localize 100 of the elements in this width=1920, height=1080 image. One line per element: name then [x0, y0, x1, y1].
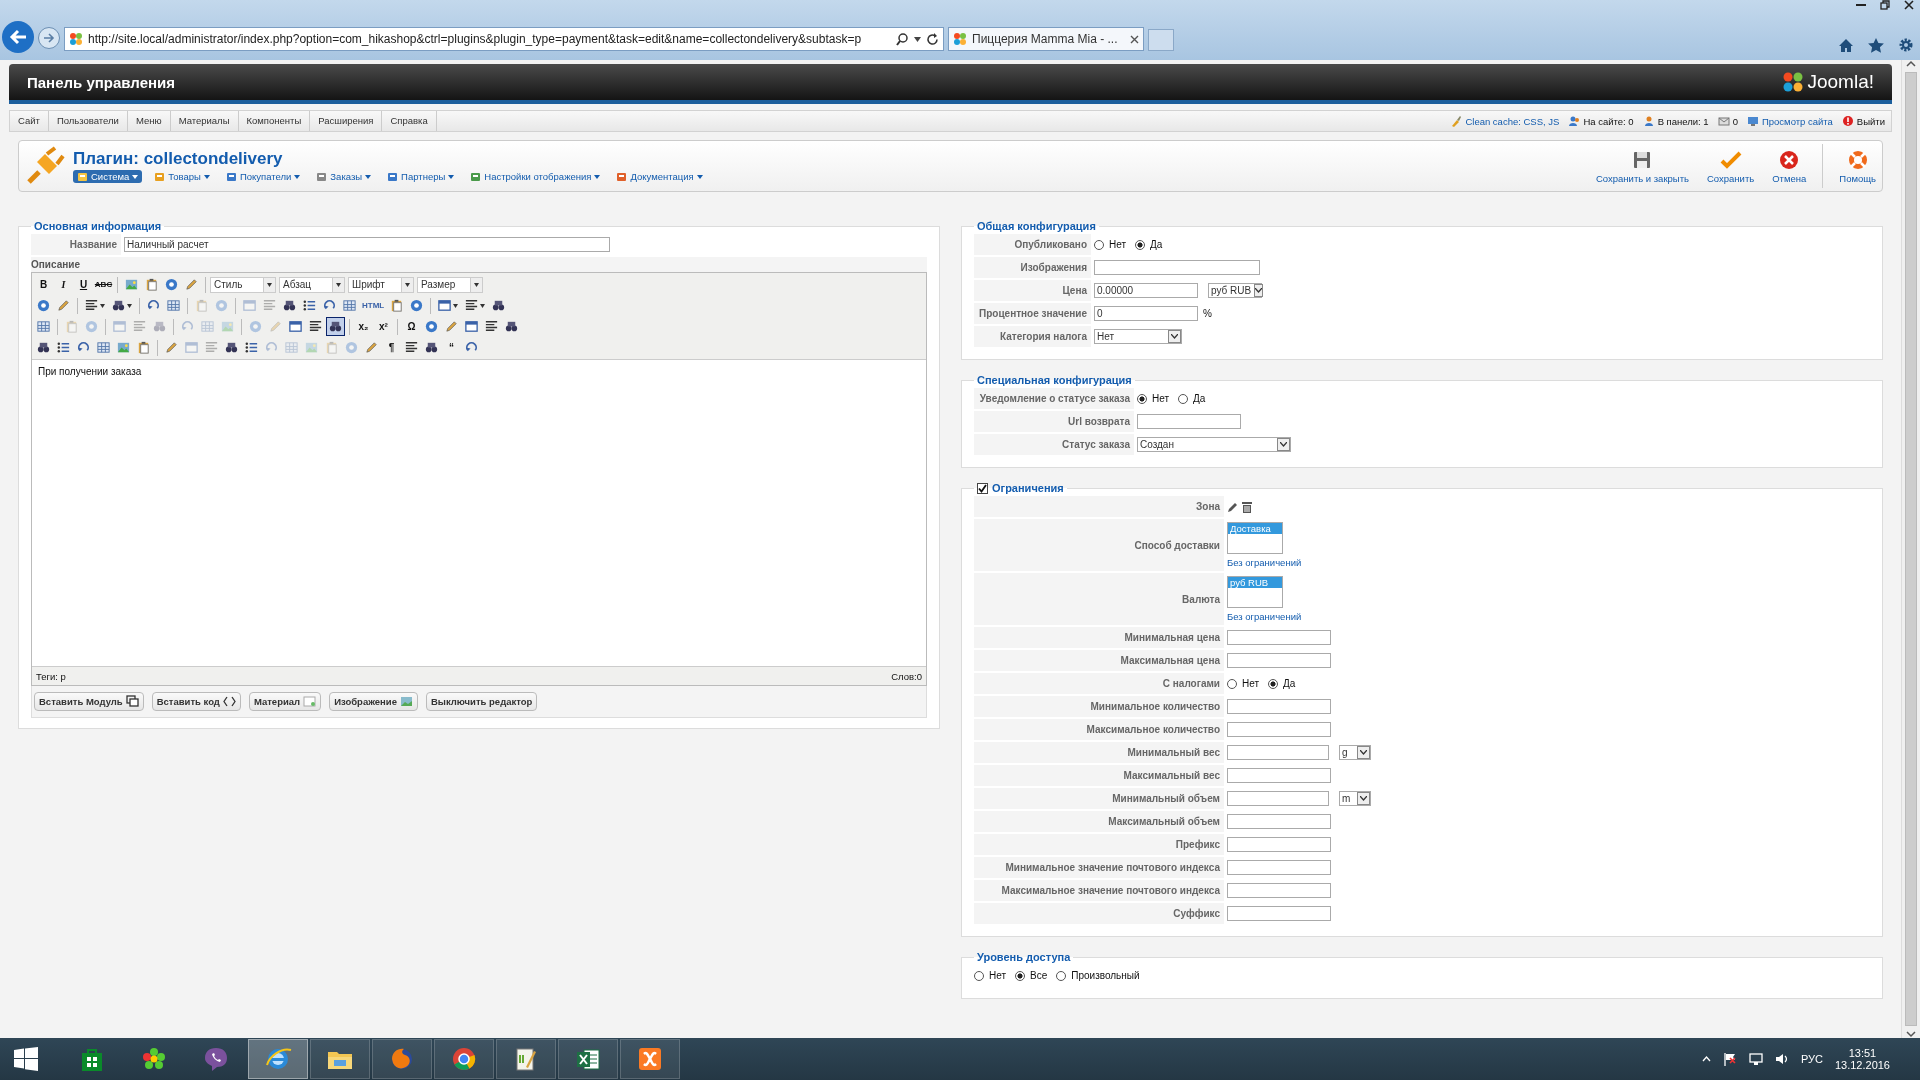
dropdown[interactable]: Создан — [1137, 437, 1291, 452]
editor-button[interactable]: Вставить код — [151, 692, 241, 711]
caret-icon[interactable] — [914, 36, 921, 42]
format-dropdown[interactable]: Абзац — [279, 276, 345, 293]
text-field[interactable] — [1227, 860, 1331, 875]
taskbar-button[interactable] — [558, 1039, 618, 1079]
editor-button[interactable]: Выключить редактор — [425, 692, 538, 711]
tool-button[interactable] — [326, 317, 345, 336]
text-field[interactable] — [1227, 906, 1331, 921]
format-button[interactable]: ¶ — [382, 338, 401, 357]
radio-button[interactable] — [1094, 239, 1104, 250]
editor-button[interactable]: Материал — [248, 692, 322, 711]
dropdown[interactable]: g — [1339, 745, 1371, 760]
clock-date[interactable]: 13.12.2016 — [1834, 1059, 1890, 1071]
editor-button[interactable]: Вставить Модуль — [34, 692, 144, 711]
menu-item[interactable]: Пользователи — [48, 111, 128, 131]
format-button[interactable]: Ω — [402, 317, 421, 336]
format-button[interactable]: U — [74, 275, 93, 294]
flag-icon[interactable] — [1722, 1052, 1737, 1066]
toolbar-button[interactable]: Сохранить — [1705, 144, 1757, 188]
editor-button[interactable]: Изображение — [329, 692, 418, 711]
text-field[interactable]: 0.00000 — [1094, 283, 1198, 298]
text-field[interactable] — [1227, 768, 1331, 783]
radio-button[interactable] — [1056, 970, 1067, 981]
menu-item[interactable]: Меню — [127, 111, 171, 131]
format-button[interactable]: B — [34, 275, 53, 294]
text-field[interactable] — [1227, 883, 1331, 898]
radio-button[interactable] — [1178, 393, 1189, 404]
text-field[interactable] — [1227, 791, 1329, 806]
speaker-icon[interactable] — [1774, 1052, 1789, 1066]
menu-item[interactable]: Материалы — [170, 111, 239, 131]
menu-item[interactable]: Компоненты — [238, 111, 311, 131]
status-link[interactable]: В панели: 1 — [1642, 115, 1709, 127]
taskbar-button[interactable] — [620, 1039, 680, 1079]
back-button[interactable] — [2, 21, 34, 53]
favorites-button[interactable] — [1868, 37, 1884, 53]
refresh-icon[interactable] — [926, 32, 939, 46]
menu-item[interactable]: Расширения — [310, 111, 383, 131]
submenu-item[interactable]: Товары — [150, 170, 214, 183]
text-field[interactable] — [1227, 837, 1331, 852]
radio-button[interactable] — [974, 970, 984, 981]
text-field[interactable] — [1227, 745, 1329, 760]
status-link[interactable]: 0 — [1717, 115, 1738, 127]
radio-button[interactable] — [1137, 393, 1147, 404]
format-button[interactable]: HTML — [360, 296, 387, 315]
submenu-item[interactable]: Документация — [612, 170, 707, 183]
dropdown[interactable]: Нет — [1094, 329, 1182, 344]
taskbar-button[interactable] — [434, 1039, 494, 1079]
format-button[interactable]: I — [54, 275, 73, 294]
text-field[interactable] — [1227, 699, 1331, 714]
taskbar-button[interactable] — [310, 1039, 370, 1079]
radio-button[interactable] — [1268, 678, 1279, 689]
close-button[interactable] — [1904, 0, 1914, 10]
status-link[interactable]: На сайте: 0 — [1568, 115, 1634, 127]
text-field[interactable] — [1227, 653, 1331, 668]
status-link[interactable]: Просмотр сайта — [1746, 115, 1833, 127]
status-link[interactable]: Выйти — [1841, 115, 1885, 127]
text-field[interactable] — [1137, 414, 1241, 429]
format-dropdown[interactable]: Стиль — [210, 276, 276, 293]
text-field[interactable] — [1227, 814, 1331, 829]
text-field[interactable]: Наличный расчет — [124, 237, 610, 252]
format-button[interactable]: “ — [442, 338, 461, 357]
chevron-up-icon[interactable] — [1701, 1056, 1711, 1062]
text-field[interactable] — [1227, 630, 1331, 645]
checkbox[interactable] — [977, 482, 988, 494]
trash-icon[interactable] — [1242, 500, 1252, 513]
dropdown[interactable]: руб RUB — [1208, 283, 1262, 298]
submenu-item[interactable]: Покупатели — [221, 170, 305, 183]
radio-button[interactable] — [1135, 239, 1146, 250]
format-button[interactable]: x₂ — [354, 317, 373, 336]
forward-button[interactable] — [38, 27, 60, 49]
submenu-item[interactable]: Заказы — [312, 170, 376, 183]
toolbar-button[interactable]: Сохранить и закрыть — [1593, 144, 1691, 188]
no-restriction-link[interactable]: Без ограничений — [1227, 611, 1302, 622]
clock-time[interactable]: 13:51 — [1848, 1047, 1877, 1059]
menu-item[interactable]: Справка — [382, 111, 437, 131]
text-field[interactable] — [1094, 260, 1260, 275]
scroll-thumb[interactable] — [1905, 72, 1917, 1026]
toolbar-button[interactable]: Отмена — [1770, 144, 1809, 188]
status-link[interactable]: Clean cache: CSS, JS — [1450, 115, 1560, 127]
submenu-item[interactable]: Настройки отображения — [466, 170, 605, 183]
dropdown[interactable]: m — [1339, 791, 1371, 806]
taskbar-button[interactable] — [496, 1039, 556, 1079]
language-indicator[interactable]: РУС — [1800, 1053, 1823, 1065]
radio-button[interactable] — [1015, 970, 1026, 981]
format-dropdown[interactable]: Шрифт — [348, 276, 414, 293]
browser-tab[interactable]: Пиццерия Mamma Mia - ... — [948, 27, 1144, 51]
radio-button[interactable] — [1227, 678, 1237, 689]
close-icon[interactable] — [1130, 34, 1139, 44]
format-button[interactable]: ABC — [94, 275, 113, 294]
address-bar[interactable]: http://site.local/administrator/index.php?option=com_hikashop&ctrl=plugins&plugin_type=payment&task=edit&name=collectondelivery&subtask=p — [64, 27, 944, 51]
submenu-item[interactable]: Партнеры — [383, 170, 459, 183]
settings-button[interactable] — [1898, 37, 1914, 53]
toolbar-button[interactable]: Помощь — [1837, 144, 1878, 188]
home-button[interactable] — [1838, 37, 1854, 53]
restore-button[interactable] — [1880, 0, 1890, 10]
search-icon[interactable] — [896, 32, 909, 46]
text-field[interactable]: 0 — [1094, 306, 1198, 321]
format-dropdown[interactable]: Размер — [417, 276, 483, 293]
pencil-icon[interactable] — [1227, 500, 1239, 513]
